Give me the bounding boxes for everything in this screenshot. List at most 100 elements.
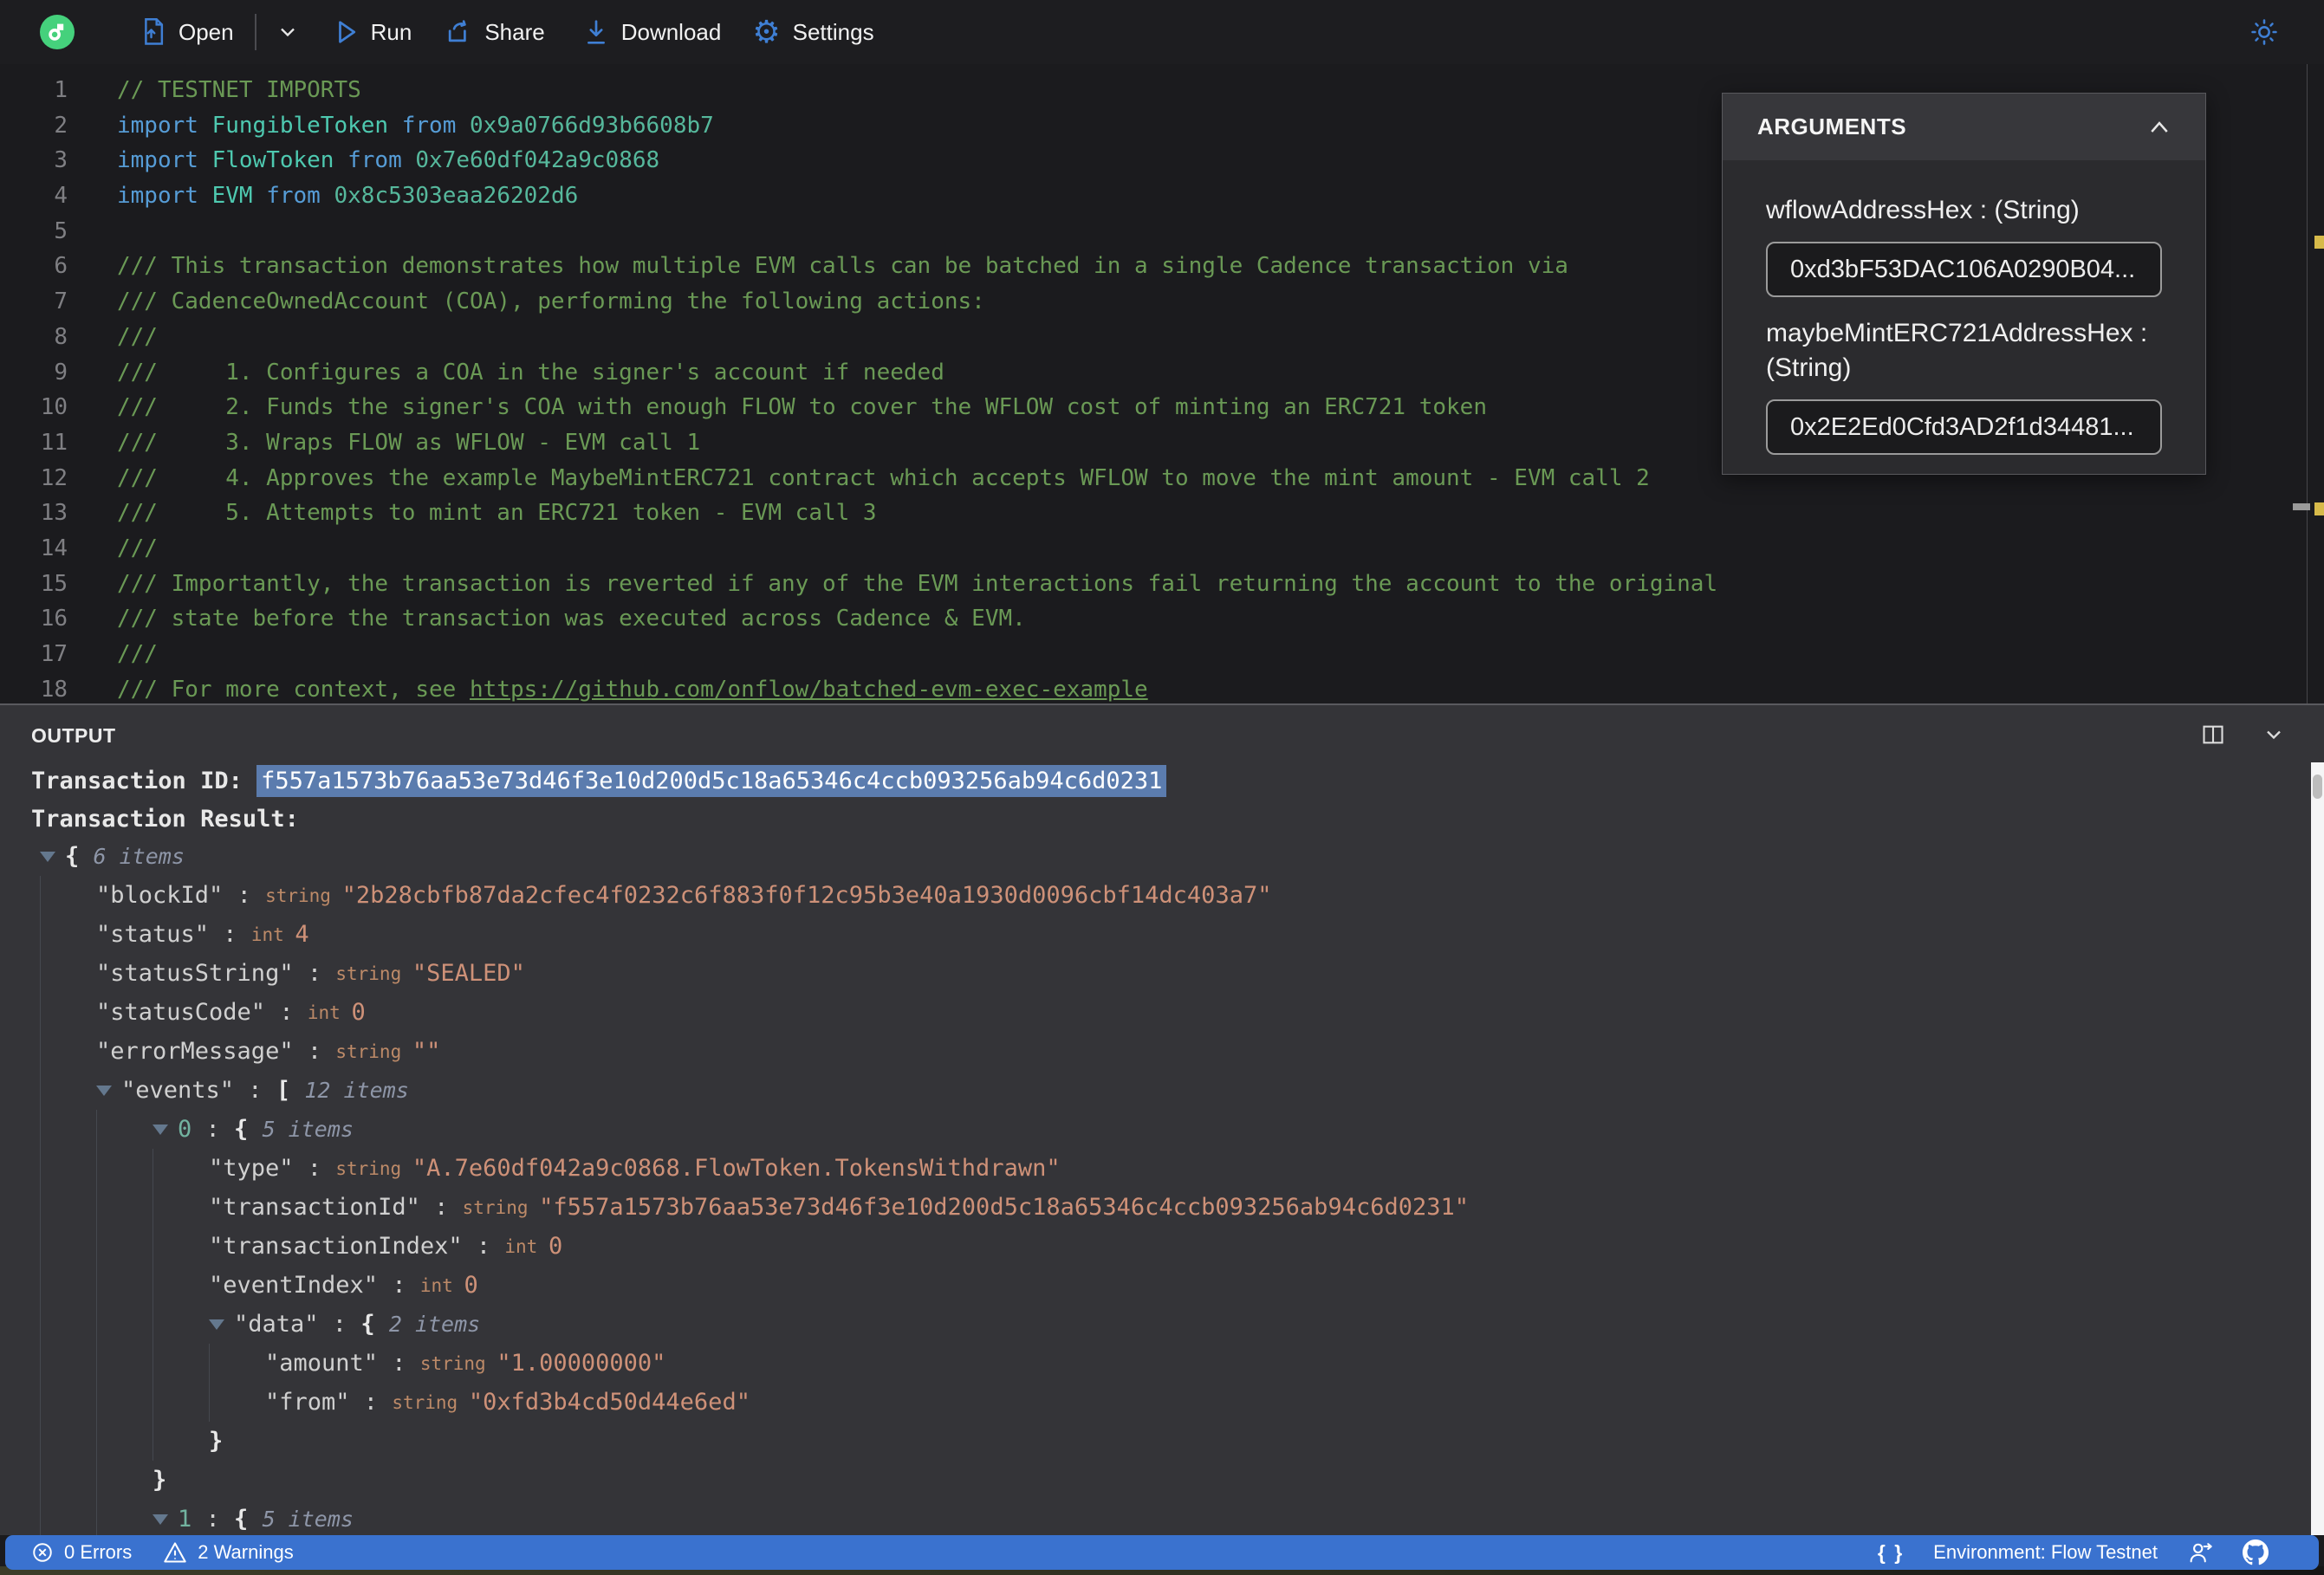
arguments-panel-header[interactable]: ARGUMENTS bbox=[1723, 94, 2205, 160]
item-count: 5 items bbox=[262, 1507, 354, 1532]
split-panel-icon[interactable] bbox=[2201, 723, 2225, 747]
open-dropdown-button[interactable] bbox=[276, 20, 300, 44]
person-icon[interactable] bbox=[2187, 1540, 2213, 1565]
output-scrollbar[interactable] bbox=[2311, 762, 2324, 1535]
line-number: 13 bbox=[40, 500, 68, 527]
errors-status[interactable]: 0 Errors bbox=[31, 1541, 132, 1564]
download-icon bbox=[587, 20, 605, 44]
json-tree-row: "blockId" : string "2b28cbfb87da2cfec4f0… bbox=[0, 876, 2307, 915]
json-value: 4 bbox=[295, 921, 309, 948]
json-value: "f557a1573b76aa53e73d46f3e10d200d5c18a65… bbox=[539, 1194, 1469, 1221]
open-label: Open bbox=[179, 18, 234, 45]
collapse-triangle-icon[interactable] bbox=[40, 851, 55, 862]
json-key: 1 bbox=[178, 1506, 192, 1533]
json-tree-row: "eventIndex" : int 0 bbox=[0, 1266, 2307, 1305]
line-number: 15 bbox=[40, 570, 68, 597]
transaction-id-row: Transaction ID: f557a1573b76aa53e73d46f3… bbox=[31, 765, 1167, 797]
value-type-label: int bbox=[419, 1274, 464, 1296]
environment-label[interactable]: Environment: Flow Testnet bbox=[1933, 1541, 2158, 1564]
value-type-label: string bbox=[265, 885, 342, 906]
transaction-id-value: f557a1573b76aa53e73d46f3e10d200d5c18a653… bbox=[256, 765, 1167, 797]
line-number: 12 bbox=[40, 464, 68, 491]
json-key: "amount" bbox=[265, 1350, 379, 1377]
json-value: 0 bbox=[548, 1233, 563, 1260]
open-button[interactable]: Open bbox=[140, 18, 234, 46]
run-button[interactable]: Run bbox=[334, 19, 412, 46]
toolbar-divider bbox=[254, 14, 256, 50]
argument-input-maybemint[interactable] bbox=[1766, 399, 2162, 455]
chevron-up-icon[interactable] bbox=[2146, 116, 2172, 139]
json-tree-row: "data" : { 2 items bbox=[0, 1305, 2307, 1344]
file-icon bbox=[145, 18, 164, 45]
arguments-panel-body: wflowAddressHex : (String) maybeMintERC7… bbox=[1723, 160, 2205, 455]
line-number: 2 bbox=[54, 112, 68, 139]
editor-scrollbar-thumb[interactable] bbox=[2293, 503, 2310, 510]
share-icon bbox=[449, 20, 467, 42]
line-number: 17 bbox=[40, 641, 68, 667]
code-line: 18/// For more context, see https://gith… bbox=[0, 672, 2324, 708]
item-count: 2 items bbox=[388, 1312, 481, 1337]
flow-logo-glyph bbox=[49, 23, 64, 41]
sun-icon bbox=[2251, 19, 2277, 45]
toolbar: Open Run Share Download ⚙ Settings bbox=[0, 0, 2324, 64]
warning-mark-icon bbox=[2314, 236, 2324, 249]
download-button[interactable]: Download bbox=[583, 18, 722, 46]
json-key: "statusString" bbox=[96, 960, 294, 987]
json-tree-row: "statusString" : string "SEALED" bbox=[0, 954, 2307, 993]
json-key: "status" bbox=[96, 921, 210, 948]
json-tree-row: "transactionIndex" : int 0 bbox=[0, 1227, 2307, 1266]
code-line: 14/// bbox=[0, 531, 2324, 567]
json-key: "from" bbox=[265, 1389, 350, 1416]
json-tree-row: { 6 items bbox=[0, 837, 2307, 876]
line-number: 18 bbox=[40, 676, 68, 703]
warning-triangle-icon bbox=[164, 1542, 186, 1563]
errors-label: 0 Errors bbox=[64, 1541, 133, 1563]
value-type-label: string bbox=[335, 1040, 412, 1062]
value-type-label: int bbox=[504, 1235, 549, 1257]
output-panel: OUTPUT Transaction ID: f557a1573b76aa53e… bbox=[0, 705, 2324, 1535]
json-tree-row: "type" : string "A.7e60df042a9c0868.Flow… bbox=[0, 1149, 2307, 1188]
json-value: "" bbox=[412, 1038, 441, 1065]
line-number: 8 bbox=[54, 323, 68, 350]
argument-label: maybeMintERC721AddressHex : (String) bbox=[1766, 319, 2148, 382]
json-key: "transactionIndex" bbox=[209, 1233, 463, 1260]
settings-button[interactable]: ⚙ Settings bbox=[752, 16, 873, 48]
collapse-triangle-icon[interactable] bbox=[153, 1124, 168, 1135]
download-label: Download bbox=[620, 18, 722, 45]
item-count: 12 items bbox=[304, 1078, 409, 1103]
line-number: 1 bbox=[54, 77, 68, 103]
json-key: "data" bbox=[234, 1311, 319, 1338]
error-circle-icon bbox=[33, 1543, 52, 1562]
collapse-triangle-icon[interactable] bbox=[209, 1319, 224, 1330]
argument-input-wflow[interactable] bbox=[1766, 242, 2162, 297]
json-value: "A.7e60df042a9c0868.FlowToken.TokensWith… bbox=[412, 1155, 1061, 1182]
transaction-id-label: Transaction ID: bbox=[31, 768, 257, 794]
json-tree-row: } bbox=[0, 1461, 2307, 1500]
collapse-triangle-icon[interactable] bbox=[153, 1513, 168, 1525]
json-key: 0 bbox=[178, 1116, 192, 1143]
flow-logo[interactable] bbox=[40, 15, 75, 49]
share-button[interactable]: Share bbox=[445, 19, 545, 46]
status-bar: 0 Errors 2 Warnings { } Environment: Flo… bbox=[5, 1535, 2319, 1570]
line-number: 4 bbox=[54, 183, 68, 210]
output-scrollbar-thumb[interactable] bbox=[2313, 775, 2322, 799]
json-key: "blockId" bbox=[96, 882, 224, 909]
line-number: 9 bbox=[54, 359, 68, 386]
json-value: 0 bbox=[351, 999, 366, 1026]
chevron-down-icon[interactable] bbox=[2262, 723, 2286, 747]
github-icon[interactable] bbox=[2243, 1539, 2269, 1565]
json-tree-row: 1 : { 5 items bbox=[0, 1500, 2307, 1535]
json-value: "SEALED" bbox=[412, 960, 525, 987]
json-tree-row: "statusCode" : int 0 bbox=[0, 993, 2307, 1032]
json-key: "eventIndex" bbox=[209, 1272, 379, 1299]
json-tree-row: "from" : string "0xfd3b4cd50d44e6ed" bbox=[0, 1383, 2307, 1422]
json-value: 0 bbox=[464, 1272, 478, 1299]
warnings-status[interactable]: 2 Warnings bbox=[163, 1541, 294, 1564]
line-number: 14 bbox=[40, 535, 68, 561]
json-key: "transactionId" bbox=[209, 1194, 420, 1221]
json-tree-row: "amount" : string "1.00000000" bbox=[0, 1344, 2307, 1383]
collapse-triangle-icon[interactable] bbox=[96, 1085, 112, 1096]
arguments-title: ARGUMENTS bbox=[1757, 113, 1907, 139]
item-count: 6 items bbox=[93, 844, 185, 869]
theme-toggle-button[interactable] bbox=[2249, 17, 2279, 47]
